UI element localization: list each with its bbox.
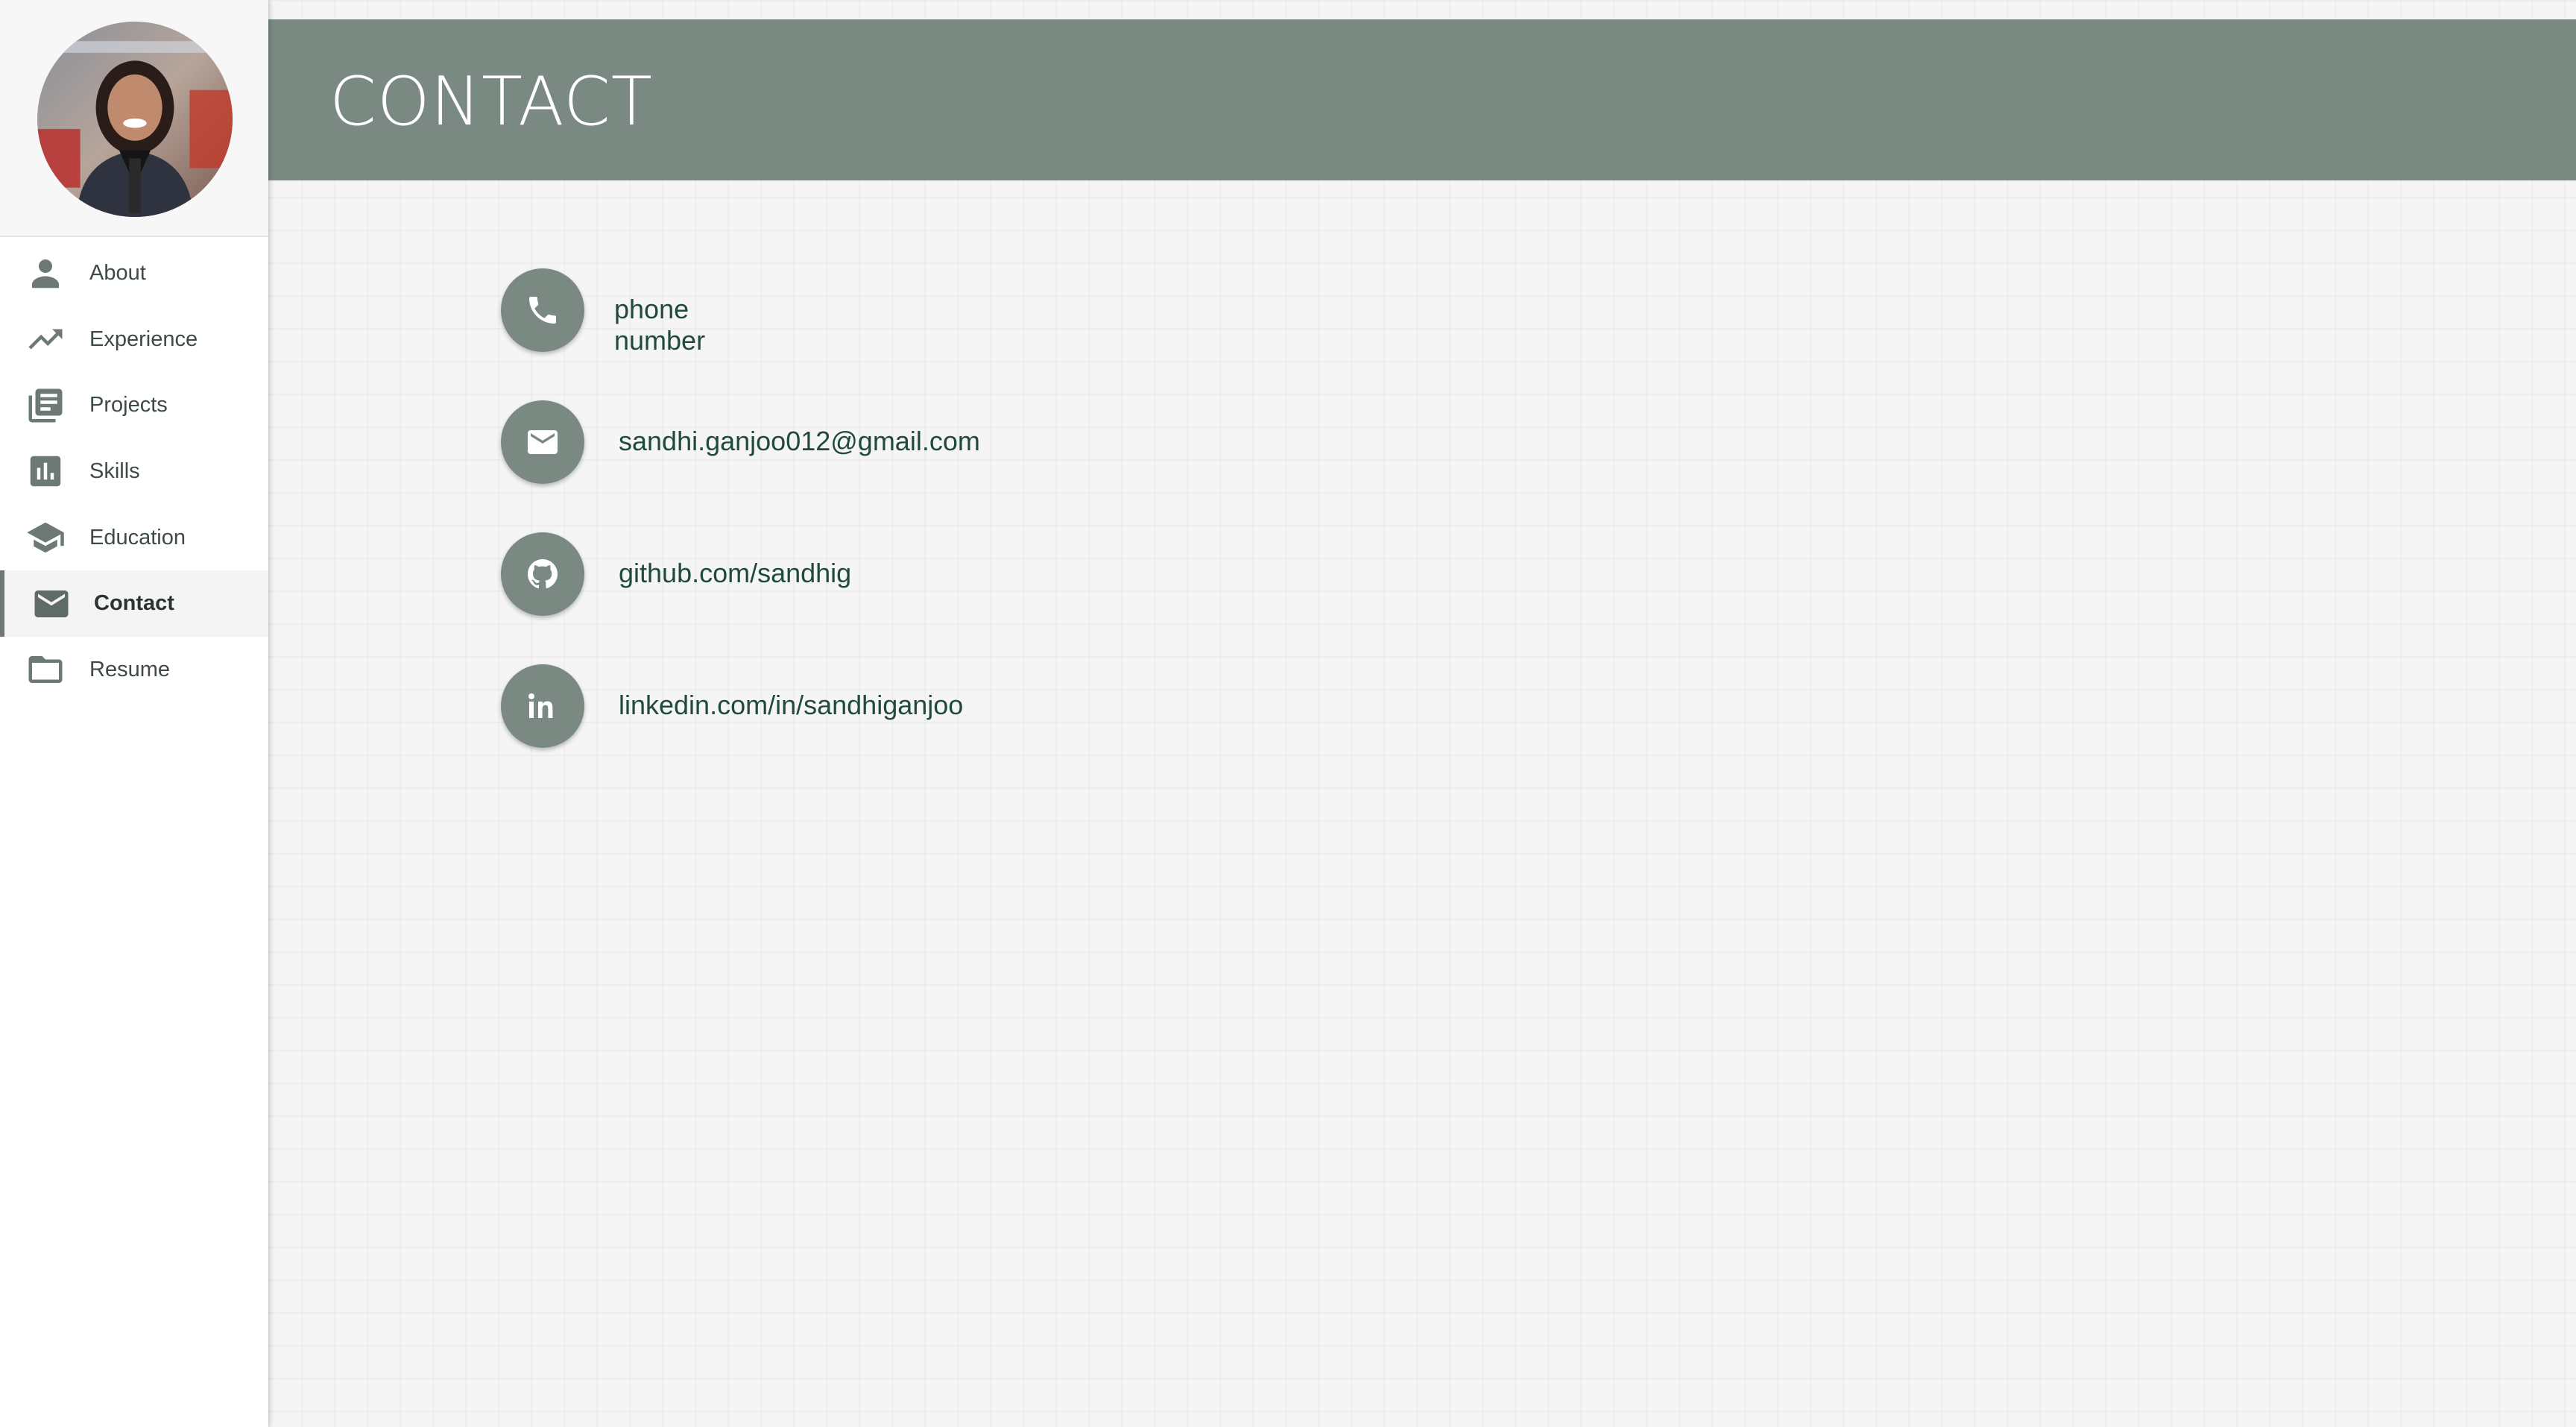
envelope-icon	[31, 584, 72, 624]
page-title: CONTACT	[329, 63, 653, 141]
sidebar-item-label: Skills	[89, 459, 140, 483]
github-icon	[528, 559, 558, 589]
page-header: CONTACT	[268, 19, 2576, 180]
main-content: CONTACT phone number sandhi.ganjoo012@gm…	[268, 0, 2576, 1427]
sidebar-item-label: Contact	[94, 591, 174, 616]
person-icon	[25, 253, 66, 293]
sidebar: About Experience Projects Skills Educati…	[0, 0, 268, 1427]
contact-item-phone: phone number	[501, 268, 705, 400]
email-link[interactable]: sandhi.ganjoo012@gmail.com	[619, 426, 980, 457]
profile-header	[0, 0, 268, 237]
phone-icon	[529, 297, 556, 324]
contact-item-linkedin: linkedin.com/in/sandhiganjoo	[501, 664, 963, 796]
folder-icon	[25, 649, 66, 690]
linkedin-link[interactable]: linkedin.com/in/sandhiganjoo	[619, 690, 963, 721]
sidebar-item-skills[interactable]: Skills	[0, 438, 268, 505]
github-link[interactable]: github.com/sandhig	[619, 558, 851, 589]
bar-chart-icon	[25, 451, 66, 491]
contact-list: phone number sandhi.ganjoo012@gmail.com …	[501, 268, 980, 796]
sidebar-item-label: Projects	[89, 393, 168, 418]
sidebar-item-about[interactable]: About	[0, 240, 268, 306]
phone-link[interactable]: phone number	[614, 294, 705, 356]
phone-button[interactable]	[501, 268, 584, 352]
sidebar-nav: About Experience Projects Skills Educati…	[0, 237, 268, 703]
linkedin-button[interactable]	[501, 664, 584, 748]
contact-item-github: github.com/sandhig	[501, 532, 851, 664]
sidebar-item-experience[interactable]: Experience	[0, 306, 268, 373]
sidebar-item-label: Experience	[89, 327, 198, 351]
trending-up-icon	[25, 319, 66, 359]
sidebar-item-label: Resume	[89, 657, 170, 681]
sidebar-item-resume[interactable]: Resume	[0, 637, 268, 703]
contact-item-email: sandhi.ganjoo012@gmail.com	[501, 400, 980, 532]
sidebar-item-contact[interactable]: Contact	[0, 570, 268, 637]
sidebar-item-label: About	[89, 260, 146, 285]
sidebar-item-label: Education	[89, 525, 186, 549]
github-button[interactable]	[501, 532, 584, 616]
sidebar-item-education[interactable]: Education	[0, 505, 268, 571]
graduation-cap-icon	[25, 517, 66, 558]
linkedin-icon	[528, 693, 553, 718]
envelope-icon	[528, 430, 558, 454]
email-button[interactable]	[501, 400, 584, 484]
projects-icon	[25, 385, 66, 426]
sidebar-item-projects[interactable]: Projects	[0, 372, 268, 438]
avatar	[37, 22, 233, 217]
